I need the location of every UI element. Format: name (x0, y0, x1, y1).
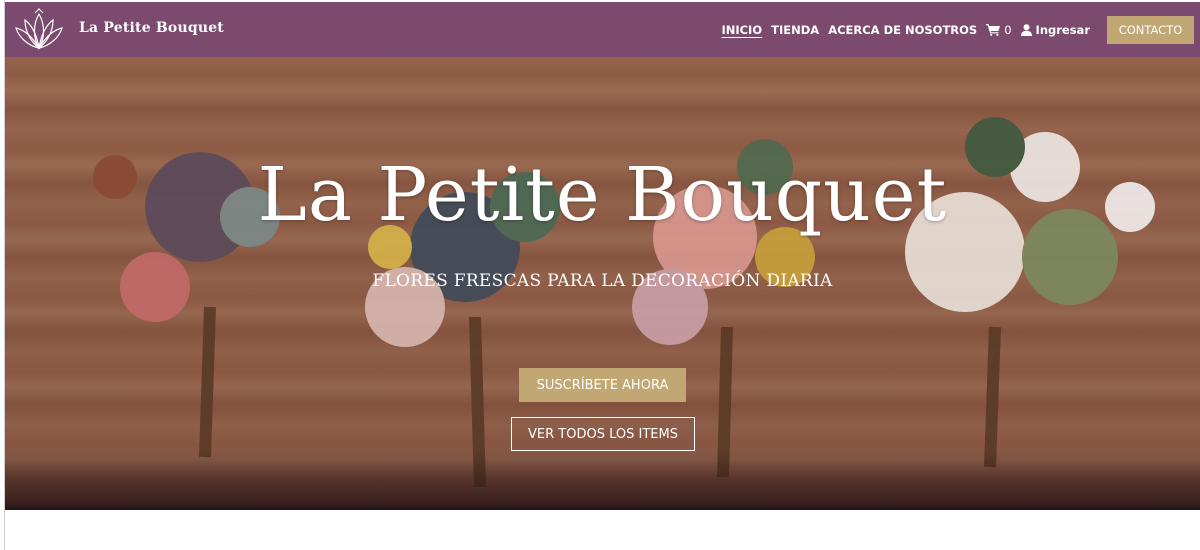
nav-link-acerca[interactable]: ACERCA DE NOSOTROS (828, 23, 977, 37)
hero-subtitle: FLORES FRESCAS PARA LA DECORACIÓN DIARIA (372, 271, 833, 291)
hero-banner: La Petite Bouquet FLORES FRESCAS PARA LA… (5, 57, 1200, 510)
cart-icon (986, 23, 1001, 36)
hero-bottom-shadow (5, 448, 1200, 510)
login-link[interactable]: Ingresar (1020, 22, 1090, 37)
subscribe-button[interactable]: SUSCRÍBETE AHORA (519, 368, 686, 402)
brand-name[interactable]: La Petite Bouquet (79, 20, 224, 36)
cart-count: 0 (1004, 22, 1012, 37)
login-label: Ingresar (1035, 22, 1090, 37)
cart-button[interactable]: 0 (986, 22, 1012, 37)
nav-link-inicio[interactable]: INICIO (721, 23, 762, 37)
hero-title: La Petite Bouquet (257, 152, 948, 238)
nav-link-tienda[interactable]: TIENDA (771, 23, 819, 37)
contact-button[interactable]: CONTACTO (1107, 16, 1194, 44)
navbar: La Petite Bouquet INICIO TIENDA ACERCA D… (5, 2, 1200, 57)
main-nav: INICIO TIENDA ACERCA DE NOSOTROS 0 Ingre… (721, 2, 1090, 57)
lotus-logo-icon[interactable] (13, 8, 65, 52)
view-all-items-button[interactable]: VER TODOS LOS ITEMS (511, 417, 695, 451)
user-icon (1020, 23, 1032, 36)
